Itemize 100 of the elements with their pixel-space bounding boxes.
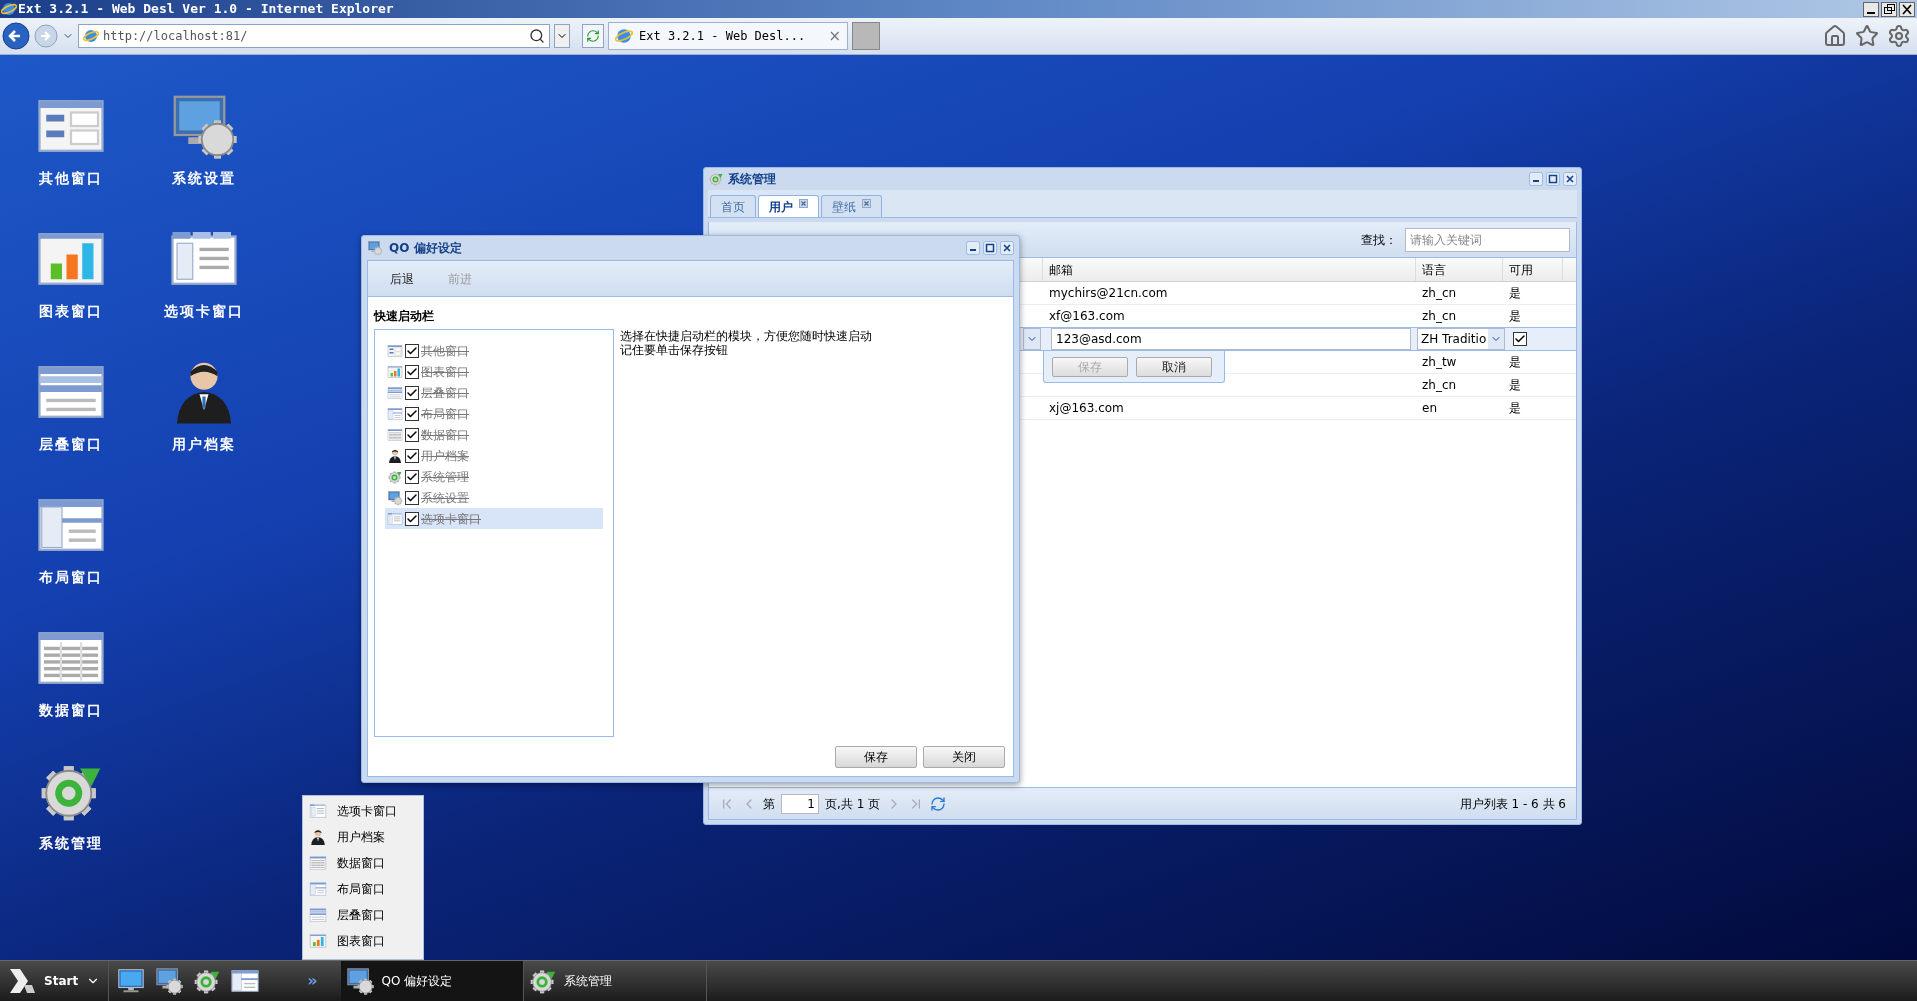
tabs-window-icon: [387, 510, 403, 527]
minimize-icon[interactable]: [1529, 172, 1543, 186]
window-title: Ext 3.2.1 - Web Desl Ver 1.0 - Internet Explorer: [18, 0, 394, 19]
description-text: 选择在快捷启动栏的模块，方便您随时快速启动: [620, 329, 872, 343]
maximize-icon[interactable]: [1546, 172, 1560, 186]
monitor-gear-icon: [367, 240, 383, 256]
desktop-icon-label[interactable]: 图表窗口: [38, 301, 103, 322]
browser-logo-icon: [83, 28, 99, 44]
desktop-icon-label[interactable]: 用户档案: [171, 434, 236, 455]
gear-icon: [708, 171, 724, 187]
checkbox[interactable]: [405, 511, 419, 526]
checkbox[interactable]: [405, 406, 419, 421]
overflow-button[interactable]: »: [307, 969, 318, 993]
minimize-icon[interactable]: [966, 241, 980, 255]
tree-item[interactable]: 系统设置: [385, 487, 603, 508]
checkbox[interactable]: [405, 343, 419, 358]
desktop-icon-label[interactable]: 布局窗口: [38, 567, 103, 588]
browser-tab[interactable]: Ext 3.2.1 - Web Desl... ×: [608, 22, 848, 50]
tree-item[interactable]: 层叠窗口: [385, 382, 603, 403]
checkbox[interactable]: [405, 448, 419, 463]
tree-item[interactable]: 选项卡窗口: [385, 508, 603, 529]
menu-item[interactable]: 布局窗口: [303, 876, 423, 902]
close-icon[interactable]: [1563, 172, 1577, 186]
table-cell: zh_cn: [1422, 286, 1457, 300]
column-header[interactable]: 邮箱: [1043, 258, 1416, 281]
desktop-icon-label[interactable]: 其他窗口: [38, 168, 103, 189]
column-header[interactable]: 可用: [1503, 258, 1563, 281]
minimize-icon[interactable]: [1863, 1, 1879, 17]
menu-item[interactable]: 层叠窗口: [303, 902, 423, 928]
monitor-gear-icon: [154, 966, 185, 996]
layout-window-icon: [309, 880, 327, 898]
address-field[interactable]: http://localhost:81/: [78, 24, 550, 48]
search-icon[interactable]: [529, 28, 545, 44]
dialog-button[interactable]: 关闭: [923, 746, 1005, 768]
tree-item[interactable]: 用户档案: [385, 445, 603, 466]
settings-icon[interactable]: [1887, 24, 1911, 48]
menu-item[interactable]: 图表窗口: [303, 928, 423, 954]
language-combo[interactable]: ZH Traditio: [1417, 328, 1505, 350]
star-icon[interactable]: [1855, 24, 1879, 48]
tree-item[interactable]: 系统管理: [385, 466, 603, 487]
table-cell: 是: [1509, 401, 1521, 415]
tab-close[interactable]: ×: [828, 24, 841, 48]
quick-launch-button[interactable]: [153, 965, 186, 997]
menu-item[interactable]: 数据窗口: [303, 850, 423, 876]
refresh-icon: [586, 29, 600, 43]
desktop-icon-label[interactable]: 数据窗口: [38, 700, 103, 721]
table-cell: xf@163.com: [1049, 309, 1125, 323]
home-icon[interactable]: [1823, 24, 1847, 48]
refresh-button[interactable]: [582, 24, 604, 48]
page-field[interactable]: 1: [781, 793, 819, 814]
task-button[interactable]: 系统管理: [524, 961, 708, 1001]
restore-icon[interactable]: [1881, 1, 1897, 17]
description-text: 记住要单击保存按钮: [620, 343, 729, 357]
desktop-icon-label[interactable]: 系统管理: [38, 833, 103, 854]
combo-field[interactable]: [1023, 328, 1041, 350]
column-header[interactable]: 语言: [1416, 258, 1503, 281]
tree-item[interactable]: 其他窗口: [385, 340, 603, 361]
task-button[interactable]: QO 偏好设定: [341, 961, 525, 1001]
editor-button[interactable]: 取消: [1136, 356, 1212, 377]
browser-logo-icon: [1, 1, 17, 17]
back-icon[interactable]: [2, 22, 30, 50]
refresh-icon[interactable]: [930, 795, 947, 812]
table-cell: 是: [1509, 355, 1521, 369]
toolbar-button[interactable]: 后退: [390, 269, 414, 288]
page-label: 第: [763, 795, 775, 813]
checkbox[interactable]: [405, 427, 419, 442]
search-field[interactable]: 请输入关键词: [1405, 227, 1570, 252]
table-cell: en: [1422, 401, 1437, 415]
address-dropdown[interactable]: [554, 24, 570, 48]
tree-item[interactable]: 图表窗口: [385, 361, 603, 382]
list-window-icon: [387, 384, 403, 401]
monitor-gear-icon: [387, 489, 403, 506]
tab[interactable]: 用户: [758, 195, 819, 217]
window-title: QO 偏好设定: [389, 240, 462, 257]
desktop-icon-label[interactable]: 选项卡窗口: [163, 301, 244, 322]
close-icon[interactable]: [1000, 241, 1014, 255]
checkbox[interactable]: [405, 385, 419, 400]
checkbox[interactable]: [405, 469, 419, 484]
tabs-window-icon: [309, 802, 327, 820]
checkbox[interactable]: [405, 490, 419, 505]
start-button[interactable]: Start: [0, 961, 110, 1001]
maximize-icon[interactable]: [983, 241, 997, 255]
email-input[interactable]: 123@asd.com: [1051, 328, 1411, 350]
menu-item[interactable]: 选项卡窗口: [303, 798, 423, 824]
close-icon[interactable]: [1899, 1, 1915, 17]
window-icon: [387, 342, 403, 359]
browser-logo-icon: [615, 27, 633, 45]
tab[interactable]: 首页: [710, 195, 756, 217]
desktop-icon-label[interactable]: 层叠窗口: [38, 434, 103, 455]
tab[interactable]: 壁纸: [821, 195, 882, 217]
tree-item[interactable]: 数据窗口: [385, 424, 603, 445]
dialog-button[interactable]: 保存: [835, 746, 917, 768]
table-cell: zh_cn: [1422, 309, 1457, 323]
checkbox[interactable]: [1513, 332, 1527, 346]
menu-item[interactable]: 用户档案: [303, 824, 423, 850]
desktop-icon-label[interactable]: 系统设置: [171, 168, 236, 189]
checkbox[interactable]: [405, 364, 419, 379]
section-title: 快速启动栏: [374, 308, 435, 325]
table-cell: mychirs@21cn.com: [1049, 286, 1168, 300]
tree-item[interactable]: 布局窗口: [385, 403, 603, 424]
